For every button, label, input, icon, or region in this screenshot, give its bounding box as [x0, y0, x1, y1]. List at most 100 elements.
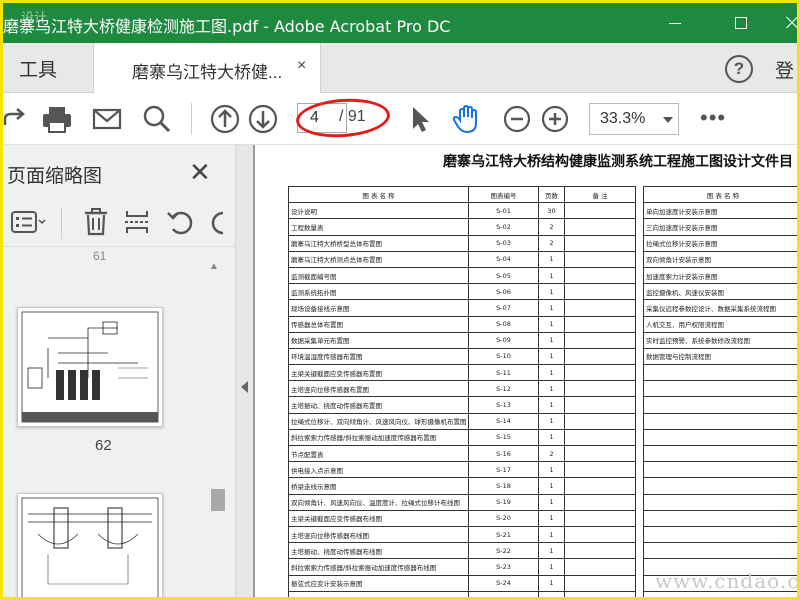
- table-cell: 采集仪远程参数控设计、数据采集系统流程图: [643, 299, 797, 317]
- page-thumbnail[interactable]: [17, 307, 163, 427]
- column-header: 页数: [538, 185, 565, 204]
- table-row: [288, 590, 636, 597]
- column-header: 图表编号: [468, 185, 539, 204]
- table-cell: 数据管理与控制流程图: [643, 347, 797, 366]
- delete-icon[interactable]: [83, 207, 109, 237]
- table-cell: [564, 266, 636, 285]
- table-cell: 监测截面编号图: [288, 266, 469, 285]
- scroll-up-icon[interactable]: ▲: [209, 261, 219, 272]
- tab-document[interactable]: 磨寨乌江特大桥健... ×: [93, 43, 321, 94]
- hand-tool-icon[interactable]: [451, 103, 483, 135]
- table-row: [643, 509, 797, 527]
- table-cell: [643, 444, 797, 463]
- page-thumbnail[interactable]: [17, 493, 163, 597]
- table-cell: 桥梁走线示意图: [288, 477, 469, 495]
- table-cell: 1: [538, 347, 565, 366]
- sign-in-button[interactable]: 登: [775, 56, 794, 83]
- page-up-icon[interactable]: [209, 103, 241, 135]
- mail-icon[interactable]: [91, 103, 123, 135]
- table-cell: 节点配置表: [288, 444, 469, 463]
- toolbar: 4 / 91 33.3% •••: [3, 93, 797, 145]
- table-cell: S-02: [468, 218, 539, 236]
- column-header: 图 表 名 称: [288, 185, 469, 204]
- zoom-in-icon[interactable]: [539, 103, 571, 135]
- table-cell: S-22: [468, 542, 539, 560]
- thumbnail-options-icon[interactable]: [11, 211, 46, 235]
- table-cell: [643, 477, 797, 495]
- table-row: 设计说明 S-01 30: [288, 202, 636, 220]
- table-cell: [564, 558, 636, 576]
- table-cell: 单向加速度计安装示意图: [643, 202, 797, 220]
- help-icon[interactable]: ?: [725, 55, 753, 83]
- table-row: 主塔竖向位移传感器布置图 S-12 1: [288, 380, 636, 398]
- table-cell: 1: [538, 428, 565, 447]
- document-title: 磨寨乌江特大桥结构健康监测系统工程施工图设计文件目: [443, 154, 793, 170]
- select-cursor-icon[interactable]: [407, 103, 433, 135]
- table-row: 主塔振动、挠度动传感器布线图 S-22 1: [288, 542, 636, 560]
- table-cell: [643, 509, 797, 527]
- pane-close-icon[interactable]: ✕: [189, 157, 211, 188]
- table-cell: 1: [538, 299, 565, 317]
- thumbnail-toolbar: [3, 199, 235, 247]
- tab-tools[interactable]: 工具: [3, 43, 93, 93]
- table-cell: S-08: [468, 315, 539, 333]
- more-tools-icon[interactable]: •••: [700, 105, 726, 131]
- table-cell: 1: [538, 283, 565, 301]
- table-row: 三向加速度计安装示意图: [643, 218, 797, 236]
- table-cell: 30: [538, 202, 565, 220]
- table-cell: [564, 590, 636, 597]
- table-cell: S-13: [468, 396, 539, 414]
- table-cell: [564, 477, 636, 495]
- table-cell: [564, 250, 636, 268]
- zoom-out-icon[interactable]: [501, 103, 533, 135]
- table-cell: [564, 234, 636, 252]
- thumbnail-scrollbar[interactable]: ▲: [207, 259, 227, 597]
- maximize-button[interactable]: [729, 11, 753, 35]
- collapse-left-icon[interactable]: [241, 381, 248, 393]
- extract-pages-icon[interactable]: [123, 207, 151, 237]
- table-cell: [564, 525, 636, 544]
- table-cell: [564, 380, 636, 398]
- table-cell: S-03: [468, 234, 539, 252]
- rotate-cw-icon[interactable]: [207, 207, 227, 237]
- pane-collapse-bar[interactable]: [235, 145, 253, 597]
- document-view[interactable]: 磨寨乌江特大桥结构健康监测系统工程施工图设计文件目 图 表 名 称图表编号 页数备…: [253, 145, 797, 597]
- tab-close-icon[interactable]: ×: [297, 57, 306, 75]
- table-row: 主梁关键截面应变传感器布线图 S-20 1: [288, 509, 636, 527]
- table-cell: [643, 542, 797, 560]
- table-cell: 供电接入点示意图: [288, 461, 469, 479]
- chevron-down-icon[interactable]: [663, 117, 673, 123]
- table-cell: 实时监控预警、系统参数修改流程图: [643, 331, 797, 349]
- table-cell: [643, 428, 797, 447]
- thumbnail-label-prev: 61: [93, 249, 107, 263]
- print-icon[interactable]: [41, 103, 73, 135]
- table-row: 斜拉索索力传感器/斜拉索振动加速度传感器布置图 S-15 1: [288, 428, 636, 447]
- table-cell: 加速度索力计安装示意图: [643, 266, 797, 285]
- scrollbar-thumb[interactable]: [211, 489, 225, 511]
- table-cell: [564, 331, 636, 349]
- table-cell: [564, 315, 636, 333]
- table-cell: 1: [538, 477, 565, 495]
- table-cell: [564, 574, 636, 592]
- table-cell: 1: [538, 266, 565, 285]
- close-window-button[interactable]: [781, 11, 797, 35]
- table-cell: [643, 461, 797, 479]
- page-down-icon[interactable]: [247, 103, 279, 135]
- table-row: 监测系统拓扑图 S-06 1: [288, 283, 636, 301]
- table-row: [643, 461, 797, 479]
- table-cell: [643, 364, 797, 382]
- table-cell: S-24: [468, 574, 539, 592]
- minimize-button[interactable]: [663, 11, 687, 35]
- table-cell: 斜拉索索力传感器/斜拉索振动加速度传感器布线图: [288, 558, 469, 576]
- drawing-index-table: 图 表 名 称图表编号 页数备 注设计说明 S-01 30 工程数量表 S-02 2 磨寨乌江…: [288, 185, 636, 597]
- toolbar-separator: [61, 207, 62, 239]
- table-cell: 拉绳式位移计、双向倾角计、风速风向仪、球形摄像机布置图: [288, 412, 469, 430]
- search-icon[interactable]: [141, 103, 173, 135]
- table-header-row: 图 表 名 称图表编号 页数备 注: [288, 185, 636, 204]
- table-cell: [564, 202, 636, 220]
- rotate-ccw-icon[interactable]: [165, 207, 195, 237]
- table-cell: S-12: [468, 380, 539, 398]
- table-cell: S-17: [468, 461, 539, 479]
- share-icon[interactable]: [3, 103, 29, 135]
- table-cell: 监测系统拓扑图: [288, 283, 469, 301]
